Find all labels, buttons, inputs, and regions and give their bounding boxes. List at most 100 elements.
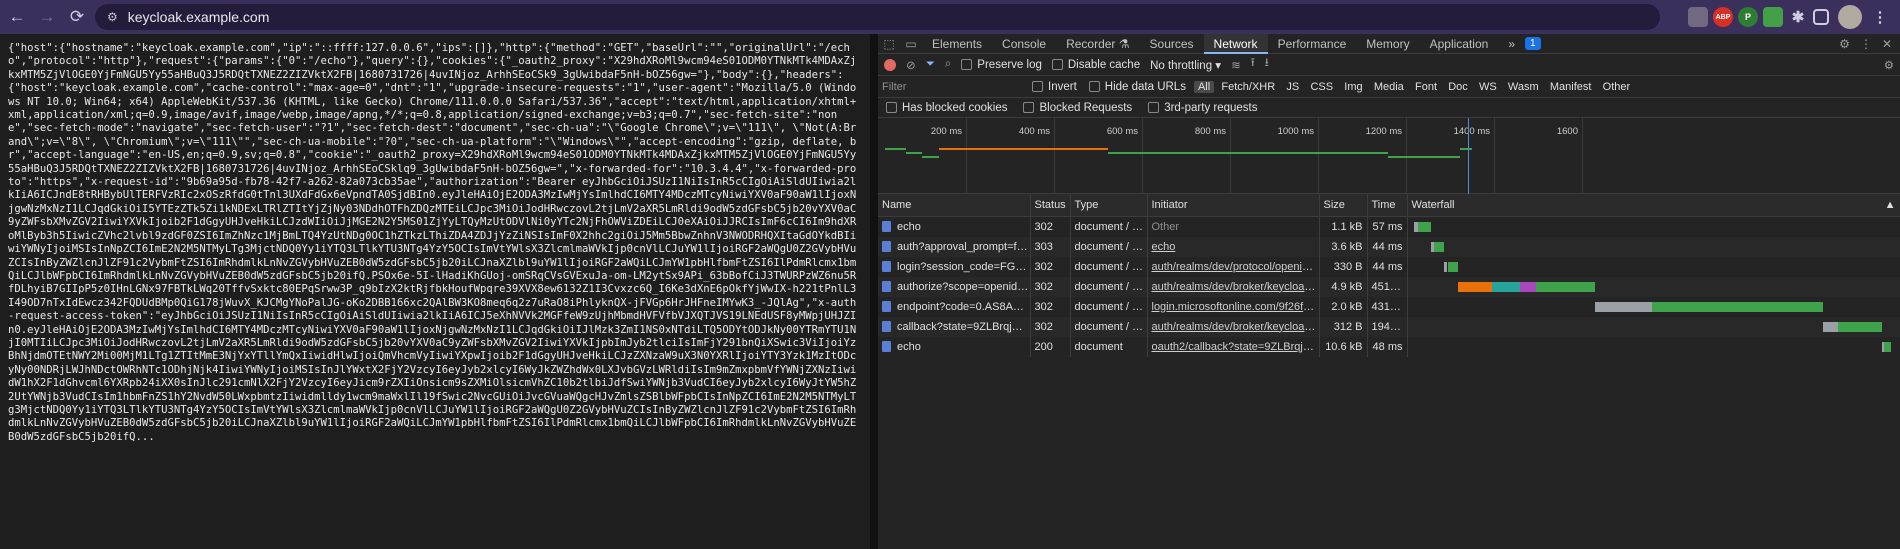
tab-memory[interactable]: Memory (1356, 34, 1419, 54)
preserve-log-checkbox[interactable]: Preserve log (961, 59, 1042, 71)
request-name-cell[interactable]: callback?state=9ZLBrqjKgW... (878, 316, 1031, 337)
clear-icon[interactable]: ⊘ (906, 58, 916, 72)
request-type-cell: document (1070, 336, 1148, 357)
address-bar[interactable]: ⚙ keycloak.example.com (95, 4, 1660, 30)
table-row[interactable]: echo 200 document oauth2/callback?state=9ZL… (878, 336, 1900, 357)
table-row[interactable]: echo 302 document / R... Other 1.1 kB 57 ms (878, 216, 1900, 237)
hide-data-urls-checkbox[interactable]: Hide data URLs (1088, 81, 1186, 93)
column-size[interactable]: Size (1319, 194, 1368, 217)
checkbox-icon (1051, 58, 1063, 70)
tab-recorder[interactable]: Recorder ⚗ (1056, 34, 1139, 54)
network-settings-icon[interactable]: ⚙ (1884, 58, 1894, 72)
site-info-icon[interactable]: ⚙ (107, 10, 118, 24)
filter-type-manifest[interactable]: Manifest (1546, 81, 1596, 93)
more-tabs-icon[interactable]: » (1498, 34, 1525, 54)
table-row[interactable]: endpoint?code=0.AS8ADPI... 302 document / … (878, 296, 1900, 317)
initiator-link[interactable]: auth/realms/dev/broker/keycloak-t... (1152, 281, 1319, 293)
extensions-puzzle-icon[interactable]: ✱ (1788, 7, 1808, 27)
column-status[interactable]: Status (1030, 194, 1071, 217)
import-har-icon[interactable]: ⭱ (1251, 55, 1255, 74)
side-panel-icon[interactable] (1813, 9, 1829, 25)
column-initiator[interactable]: Initiator (1147, 194, 1320, 217)
column-type[interactable]: Type (1070, 194, 1148, 217)
third-party-checkbox[interactable]: 3rd-party requests (1148, 102, 1258, 114)
column-name[interactable]: Name (878, 194, 1031, 217)
forward-button[interactable]: → (34, 4, 60, 30)
initiator-link[interactable]: oauth2/callback?state=9ZLBrqjKgW... (1152, 341, 1319, 353)
invert-checkbox[interactable]: Invert (1032, 81, 1077, 93)
table-row[interactable]: login?session_code=FG01K... 302 document /… (878, 256, 1900, 277)
avatar[interactable] (1838, 5, 1862, 29)
browser-menu-icon[interactable]: ⋮ (1870, 7, 1890, 27)
filter-type-font[interactable]: Font (1411, 81, 1441, 93)
network-overview-timeline[interactable]: 200 ms 400 ms 600 ms 800 ms 1000 ms 1200 ms 14… (878, 118, 1900, 194)
filter-type-js[interactable]: JS (1282, 81, 1303, 93)
tab-application[interactable]: Application (1420, 34, 1499, 54)
initiator-link[interactable]: auth/realms/dev/protocol/openid-c... (1152, 261, 1319, 273)
filter-type-css[interactable]: CSS (1306, 81, 1337, 93)
request-name-cell[interactable]: echo (878, 336, 1031, 357)
back-button[interactable]: ← (4, 4, 30, 30)
request-status-cell: 302 (1030, 256, 1071, 277)
table-row[interactable]: auth?approval_prompt=for... 303 document /… (878, 236, 1900, 257)
request-initiator-cell[interactable]: auth/realms/dev/broker/keycloak-t... (1147, 276, 1320, 297)
reload-button[interactable]: ⟳ (64, 4, 90, 30)
filter-input[interactable]: Filter (882, 79, 1022, 95)
initiator-link[interactable]: auth/realms/dev/broker/keycloak-t... (1152, 321, 1319, 333)
table-row[interactable]: callback?state=9ZLBrqjKgW... 302 document … (878, 316, 1900, 337)
password-extension-icon[interactable]: P (1738, 7, 1758, 27)
blocked-requests-checkbox[interactable]: Blocked Requests (1023, 102, 1132, 114)
export-har-icon[interactable]: ⭳ (1265, 55, 1269, 74)
adblock-extension-icon[interactable]: ABP (1713, 7, 1733, 27)
search-icon[interactable]: ⌕ (945, 58, 951, 71)
tab-sources[interactable]: Sources (1140, 34, 1204, 54)
filter-type-other[interactable]: Other (1599, 81, 1635, 93)
request-initiator-cell[interactable]: echo (1147, 236, 1320, 257)
disable-cache-checkbox[interactable]: Disable cache (1051, 58, 1140, 71)
request-name-cell[interactable]: authorize?scope=openid+... (878, 276, 1031, 297)
initiator-link[interactable]: login.microsoftonline.com/9f26f20c... (1152, 301, 1319, 313)
filter-type-fetch[interactable]: Fetch/XHR (1217, 81, 1279, 93)
record-button[interactable] (884, 58, 896, 71)
table-header-row: Name Status Type Initiator Size Time Wat… (878, 194, 1900, 217)
filter-type-media[interactable]: Media (1370, 81, 1408, 93)
column-waterfall[interactable]: Waterfall ▲ (1407, 194, 1900, 217)
filter-type-ws[interactable]: WS (1475, 81, 1501, 93)
request-initiator-cell[interactable]: auth/realms/dev/protocol/openid-c... (1147, 256, 1320, 277)
request-initiator-cell[interactable]: login.microsoftonline.com/9f26f20c... (1147, 296, 1320, 317)
extension-green-icon[interactable] (1763, 7, 1783, 27)
filter-type-all[interactable]: All (1193, 80, 1215, 93)
column-time[interactable]: Time (1367, 194, 1408, 217)
filter-icon[interactable]: ⏷ (926, 58, 935, 71)
filter-type-img[interactable]: Img (1340, 81, 1366, 93)
timeline-request-bar (938, 148, 1108, 150)
close-devtools-icon[interactable]: ✕ (1882, 37, 1892, 51)
tab-console[interactable]: Console (992, 34, 1056, 54)
has-blocked-cookies-checkbox[interactable]: Has blocked cookies (886, 102, 1007, 114)
device-toolbar-icon[interactable]: ▭ (900, 37, 922, 51)
translate-extension-icon[interactable] (1688, 7, 1708, 27)
table-row[interactable]: authorize?scope=openid+... 302 document / … (878, 276, 1900, 297)
throttling-select[interactable]: No throttling ▾ (1150, 58, 1221, 72)
request-name-cell[interactable]: endpoint?code=0.AS8ADPI... (878, 296, 1031, 317)
request-name-cell[interactable]: auth?approval_prompt=for... (878, 236, 1031, 257)
tab-network[interactable]: Network (1203, 34, 1268, 54)
devtools-resizer[interactable] (870, 34, 878, 549)
inspect-element-icon[interactable]: ⬚ (878, 37, 900, 51)
initiator-link[interactable]: echo (1152, 241, 1176, 253)
tab-performance[interactable]: Performance (1268, 34, 1357, 54)
browser-toolbar: ← → ⟳ ⚙ keycloak.example.com ABP P ✱ ⋮ (0, 0, 1900, 34)
filter-type-wasm[interactable]: Wasm (1504, 81, 1543, 93)
request-initiator-cell[interactable]: oauth2/callback?state=9ZLBrqjKgW... (1147, 336, 1320, 357)
request-name-cell[interactable]: echo (878, 216, 1031, 237)
checkbox-icon (1032, 80, 1043, 92)
requests-table: Name Status Type Initiator Size Time Wat… (878, 194, 1900, 357)
filter-type-doc[interactable]: Doc (1444, 81, 1472, 93)
settings-gear-icon[interactable]: ⚙ (1839, 37, 1850, 51)
network-conditions-icon[interactable]: ≋ (1231, 58, 1241, 72)
devtools-menu-icon[interactable]: ⋮ (1860, 37, 1872, 51)
request-initiator-cell[interactable]: auth/realms/dev/broker/keycloak-t... (1147, 316, 1320, 337)
request-name-cell[interactable]: login?session_code=FG01K... (878, 256, 1031, 277)
tab-elements[interactable]: Elements (922, 34, 992, 54)
issues-badge[interactable]: 1 (1525, 37, 1541, 50)
